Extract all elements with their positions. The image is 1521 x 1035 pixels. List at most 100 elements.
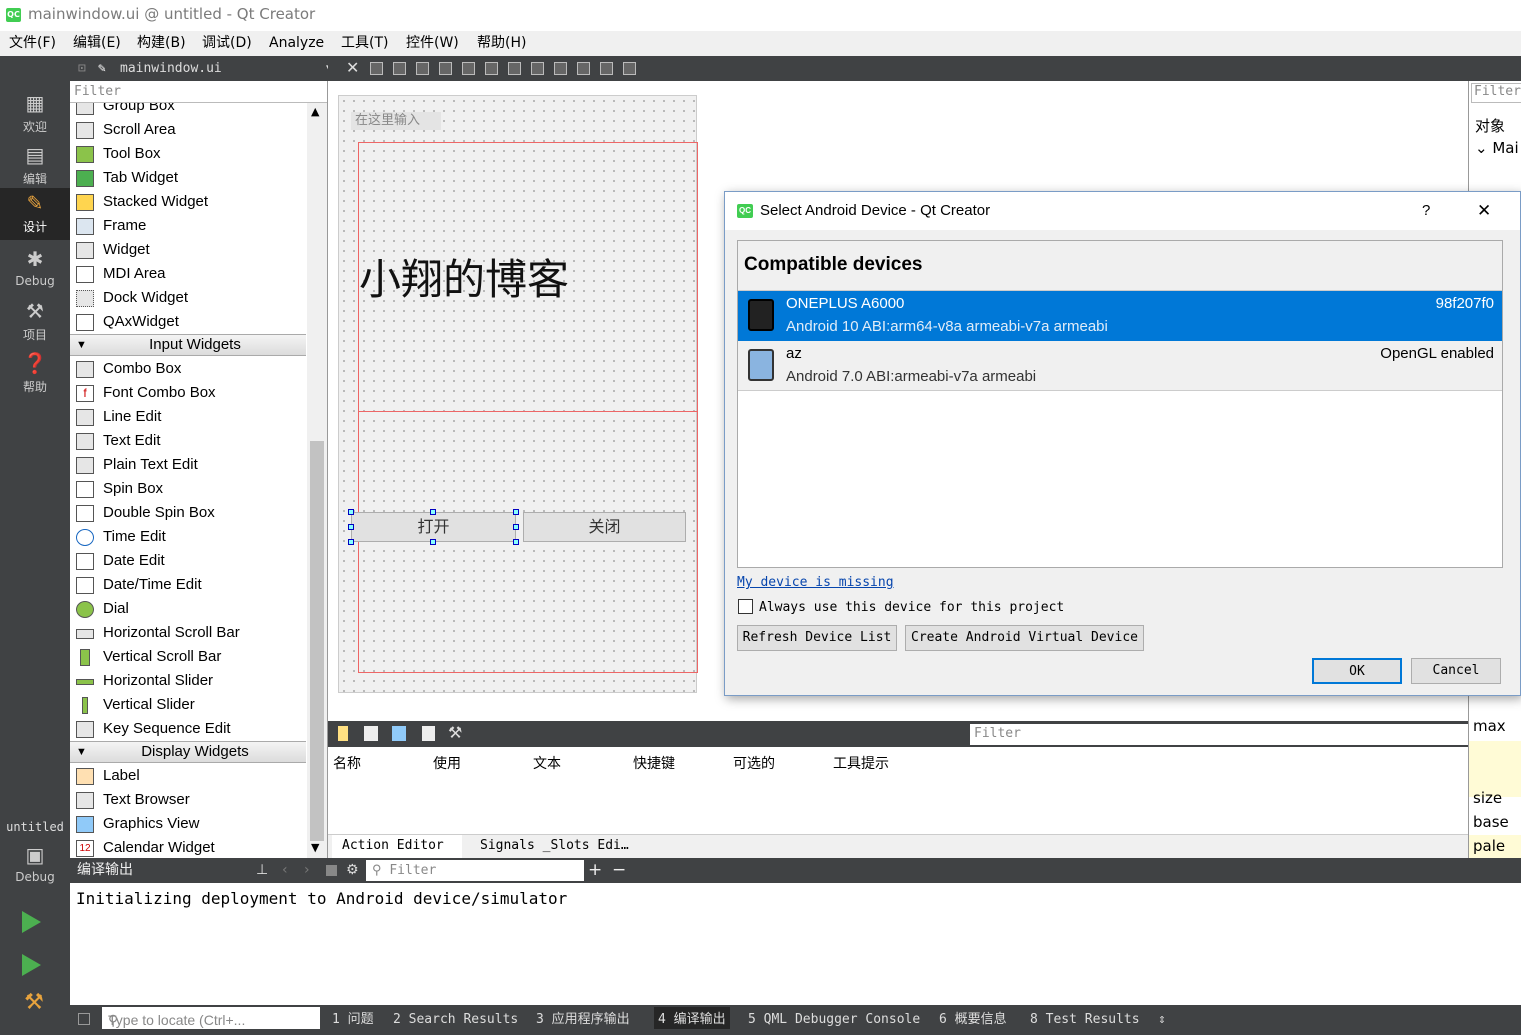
widget-plain-text-edit[interactable]: Plain Text Edit (70, 453, 306, 477)
new-action-icon[interactable] (338, 726, 348, 741)
device-row-oneplus[interactable]: ONEPLUS A6000 Android 10 ABI:arm64-v8a a… (738, 291, 1502, 341)
col-used[interactable]: 使用 (433, 753, 461, 773)
menu-widgets[interactable]: 控件(W) (406, 31, 459, 56)
build-hammer-icon[interactable]: ⚒ (20, 991, 48, 1015)
col-name[interactable]: 名称 (333, 753, 361, 773)
widget-time-edit[interactable]: Time Edit (70, 525, 306, 549)
property-maximum[interactable]: max (1473, 717, 1506, 735)
resize-handle[interactable] (513, 539, 519, 545)
widget-mdi-area[interactable]: MDI Area (70, 262, 306, 286)
splitter-horizontal-icon[interactable] (508, 62, 521, 75)
object-tree-item[interactable]: ⌄ Mai (1475, 139, 1519, 157)
layout-grid-icon[interactable] (577, 62, 590, 75)
close-icon[interactable]: ✕ (346, 58, 359, 77)
category-input-widgets[interactable]: ▼ Input Widgets (70, 334, 306, 356)
edit-buddies-icon[interactable] (416, 62, 429, 75)
next-icon[interactable]: › (304, 858, 310, 883)
resize-handle[interactable] (348, 539, 354, 545)
mode-welcome[interactable]: ▦ 欢迎 (0, 88, 70, 140)
layout-horizontal-icon[interactable] (462, 62, 475, 75)
widget-filter-input[interactable]: Filter (70, 81, 327, 103)
pane-general-messages[interactable]: 6 概要信息 (939, 1007, 1007, 1033)
output-filter-input[interactable]: ⚲ Filter (366, 860, 584, 881)
debug-run-icon[interactable] (22, 954, 41, 976)
widget-group-box[interactable]: Group Box (70, 103, 306, 118)
mode-design[interactable]: ✎ 设计 (0, 188, 70, 240)
open-file-name[interactable]: mainwindow.ui (120, 56, 222, 81)
inspector-filter-input[interactable]: Filter (1471, 83, 1521, 103)
mode-help[interactable]: ❓ 帮助 (0, 348, 70, 400)
form-button-open[interactable]: 打开 (351, 512, 516, 542)
widget-horizontal-scroll-bar[interactable]: Horizontal Scroll Bar (70, 621, 306, 645)
widget-frame[interactable]: Frame (70, 214, 306, 238)
always-use-checkbox[interactable] (738, 599, 753, 614)
edit-widgets-icon[interactable] (370, 62, 383, 75)
cancel-button[interactable]: Cancel (1411, 658, 1501, 684)
kit-selector[interactable]: ▣ Debug (0, 840, 70, 892)
resize-handle[interactable] (513, 524, 519, 530)
property-base[interactable]: base (1473, 813, 1509, 831)
paste-icon[interactable] (392, 726, 406, 741)
widget-combo-box[interactable]: Combo Box (70, 357, 306, 381)
pane-qml-debugger[interactable]: 5 QML Debugger Console (748, 1007, 920, 1033)
adjust-size-icon[interactable] (623, 62, 636, 75)
pane-issues[interactable]: 1 问题 (332, 1007, 374, 1033)
widget-vertical-scroll-bar[interactable]: Vertical Scroll Bar (70, 645, 306, 669)
resize-handle[interactable] (430, 509, 436, 515)
device-row-az[interactable]: az Android 7.0 ABI:armeabi-v7a armeabi O… (738, 341, 1502, 391)
prev-icon[interactable]: ‹ (282, 858, 288, 883)
pane-application-output[interactable]: 3 应用程序输出 (536, 1007, 630, 1033)
pane-test-results[interactable]: 8 Test Results (1030, 1007, 1140, 1033)
widget-graphics-view[interactable]: Graphics View (70, 812, 306, 836)
widget-tab-widget[interactable]: Tab Widget (70, 166, 306, 190)
widget-double-spin-box[interactable]: Double Spin Box (70, 501, 306, 525)
resize-handle[interactable] (348, 524, 354, 530)
col-tooltip[interactable]: 工具提示 (833, 753, 889, 773)
widget-dial[interactable]: Dial (70, 597, 306, 621)
property-palette[interactable]: pale (1473, 837, 1505, 855)
chevron-updown-icon[interactable]: ⇕ (1158, 1007, 1166, 1033)
widget-qaxwidget[interactable]: QAxWidget (70, 310, 306, 334)
menu-analyze[interactable]: Analyze (269, 31, 324, 56)
widget-text-edit[interactable]: Text Edit (70, 429, 306, 453)
menu-tools[interactable]: 工具(T) (341, 31, 388, 56)
layout-form-icon[interactable] (554, 62, 567, 75)
widget-widget[interactable]: Widget (70, 238, 306, 262)
form-label-blog[interactable]: 小翔的博客 (359, 246, 569, 307)
scrollbar-thumb[interactable] (310, 441, 324, 841)
sidebar-toggle-icon[interactable] (78, 1013, 90, 1025)
main-window-form[interactable]: 在这里输入 小翔的博客 打开 关闭 (338, 95, 698, 693)
close-icon[interactable]: ✕ (1477, 192, 1491, 230)
widget-list-scrollbar[interactable]: ▲ ▼ (307, 103, 327, 858)
resize-handle[interactable] (513, 509, 519, 515)
widget-tool-box[interactable]: Tool Box (70, 142, 306, 166)
stop-icon[interactable] (326, 865, 337, 876)
zoom-out-icon[interactable]: − (612, 858, 626, 883)
col-shortcut[interactable]: 快捷键 (633, 753, 675, 773)
edit-signals-icon[interactable] (393, 62, 406, 75)
action-filter-input[interactable]: Filter (970, 724, 1468, 745)
break-layout-icon[interactable] (600, 62, 613, 75)
menu-type-here-placeholder[interactable]: 在这里输入 (351, 112, 441, 130)
gear-icon[interactable]: ⚙ (346, 858, 359, 883)
widget-dock-widget[interactable]: Dock Widget (70, 286, 306, 310)
menu-file[interactable]: 文件(F) (9, 31, 56, 56)
locator-input[interactable]: ⚲ Type to locate (Ctrl+... (102, 1007, 320, 1029)
run-icon[interactable] (22, 911, 41, 933)
mode-edit[interactable]: ▤ 编辑 (0, 140, 70, 192)
widget-key-sequence-edit[interactable]: Key Sequence Edit (70, 717, 306, 741)
clear-icon[interactable]: ⊥ (256, 858, 268, 883)
menu-help[interactable]: 帮助(H) (477, 31, 526, 56)
splitter-vertical-icon[interactable] (531, 62, 544, 75)
widget-calendar-widget[interactable]: 12 Calendar Widget (70, 836, 306, 858)
scroll-down-icon[interactable]: ▼ (311, 841, 319, 854)
resize-handle[interactable] (348, 509, 354, 515)
device-missing-link[interactable]: My device is missing (737, 575, 894, 590)
widget-datetime-edit[interactable]: Date/Time Edit (70, 573, 306, 597)
widget-line-edit[interactable]: Line Edit (70, 405, 306, 429)
widget-vertical-slider[interactable]: Vertical Slider (70, 693, 306, 717)
category-display-widgets[interactable]: ▼ Display Widgets (70, 741, 306, 763)
configure-icon[interactable]: ⚒ (448, 723, 462, 742)
property-size[interactable]: size (1473, 789, 1502, 807)
menu-edit[interactable]: 编辑(E) (73, 31, 121, 56)
